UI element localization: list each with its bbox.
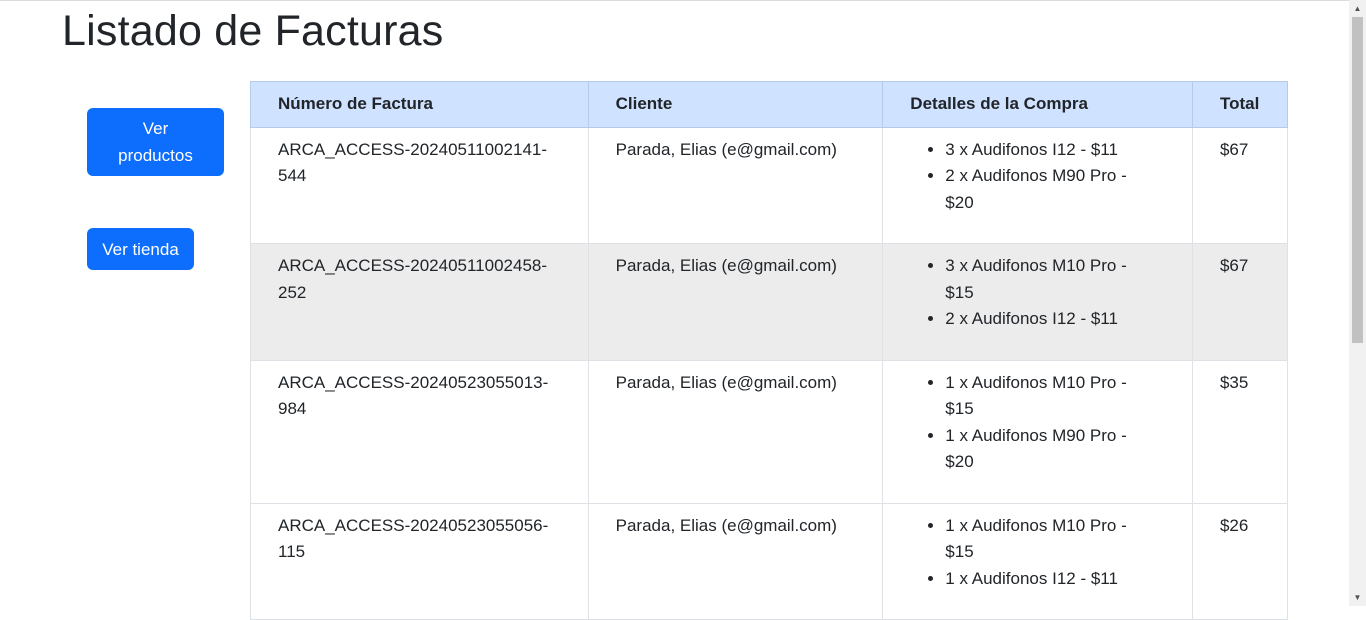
table-row: ARCA_ACCESS-20240523055056-115 Parada, E… [250, 502, 1289, 620]
ver-productos-button[interactable]: Ver productos [87, 108, 224, 176]
page-title: Listado de Facturas [62, 7, 444, 55]
detalles-list: 1 x Audifonos M10 Pro - $15 1 x Audifono… [910, 370, 1165, 476]
list-item: 3 x Audifonos M10 Pro - $15 [945, 253, 1165, 306]
detalles-list: 3 x Audifonos I12 - $11 2 x Audifonos M9… [910, 137, 1165, 217]
table-row: ARCA_ACCESS-20240511002458-252 Parada, E… [250, 243, 1289, 361]
cell-detalles: 1 x Audifonos M10 Pro - $15 1 x Audifono… [882, 359, 1193, 504]
cell-detalles: 3 x Audifonos M10 Pro - $15 2 x Audifono… [882, 243, 1193, 361]
table-header-row: Número de Factura Cliente Detalles de la… [250, 81, 1289, 128]
list-item: 1 x Audifonos M10 Pro - $15 [945, 370, 1165, 423]
cell-total: $67 [1191, 243, 1289, 361]
list-item: 1 x Audifonos M90 Pro - $20 [945, 423, 1165, 476]
scrollbar-thumb[interactable] [1352, 17, 1363, 343]
list-item: 3 x Audifonos I12 - $11 [945, 137, 1165, 164]
cell-detalles: 1 x Audifonos M10 Pro - $15 1 x Audifono… [882, 502, 1193, 620]
cell-numero-factura: ARCA_ACCESS-20240523055056-115 [250, 502, 589, 620]
detalles-list: 3 x Audifonos M10 Pro - $15 2 x Audifono… [910, 253, 1165, 333]
invoices-table: Número de Factura Cliente Detalles de la… [250, 81, 1289, 620]
triangle-down-icon[interactable]: ▼ [1349, 589, 1366, 606]
triangle-up-icon[interactable]: ▲ [1349, 0, 1366, 17]
header-cliente: Cliente [587, 81, 884, 128]
header-numero-factura: Número de Factura [250, 81, 589, 128]
cell-numero-factura: ARCA_ACCESS-20240523055013-984 [250, 359, 589, 504]
table-row: ARCA_ACCESS-20240523055013-984 Parada, E… [250, 359, 1289, 504]
header-detalles: Detalles de la Compra [882, 81, 1193, 128]
cell-total: $35 [1191, 359, 1289, 504]
cell-cliente: Parada, Elias (e@gmail.com) [587, 126, 884, 244]
detalles-list: 1 x Audifonos M10 Pro - $15 1 x Audifono… [910, 513, 1165, 593]
top-border [0, 0, 1349, 1]
cell-numero-factura: ARCA_ACCESS-20240511002141-544 [250, 126, 589, 244]
cell-total: $26 [1191, 502, 1289, 620]
cell-cliente: Parada, Elias (e@gmail.com) [587, 502, 884, 620]
cell-cliente: Parada, Elias (e@gmail.com) [587, 243, 884, 361]
cell-numero-factura: ARCA_ACCESS-20240511002458-252 [250, 243, 589, 361]
cell-detalles: 3 x Audifonos I12 - $11 2 x Audifonos M9… [882, 126, 1193, 244]
list-item: 1 x Audifonos M10 Pro - $15 [945, 513, 1165, 566]
cell-total: $67 [1191, 126, 1289, 244]
ver-tienda-button[interactable]: Ver tienda [87, 228, 194, 270]
list-item: 2 x Audifonos I12 - $11 [945, 306, 1165, 333]
cell-cliente: Parada, Elias (e@gmail.com) [587, 359, 884, 504]
table-row: ARCA_ACCESS-20240511002141-544 Parada, E… [250, 126, 1289, 244]
vertical-scrollbar[interactable]: ▲ ▼ [1349, 0, 1366, 606]
header-total: Total [1191, 81, 1289, 128]
list-item: 2 x Audifonos M90 Pro - $20 [945, 163, 1165, 216]
list-item: 1 x Audifonos I12 - $11 [945, 566, 1165, 593]
